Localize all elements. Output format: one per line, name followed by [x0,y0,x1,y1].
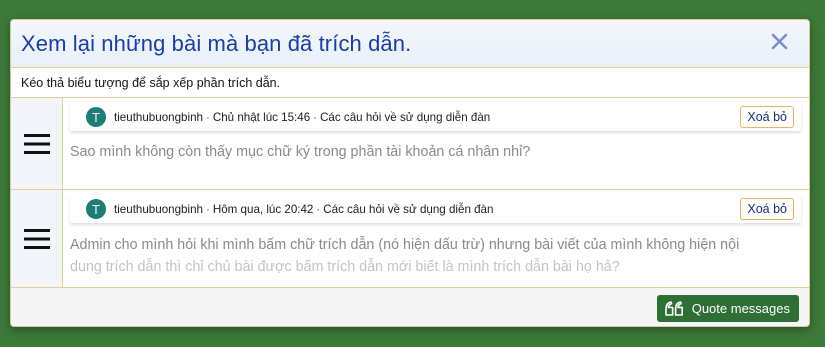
drag-handle[interactable] [11,98,63,189]
close-icon [771,33,788,50]
drag-handle[interactable] [11,190,63,287]
avatar[interactable]: T [86,107,106,127]
author-name[interactable]: tieuthubuongbinh [114,111,203,124]
meta-separator: · [205,110,210,124]
remove-button[interactable]: Xoá bỏ [740,198,794,220]
modal-footer: Quote messages [11,288,809,326]
drag-hint: Kéo thả biểu tượng để sắp xếp phần trích… [11,68,809,98]
quote-meta: tieuthubuongbinh · Hôm qua, lúc 20:42 · Các … [114,203,493,216]
hamburger-drag-icon [23,228,50,249]
meta-separator: · [205,202,210,216]
meta-separator: · [313,110,318,124]
meta-separator: · [316,202,321,216]
post-time[interactable]: Chủ nhật lúc 15:46 [213,111,310,124]
forum-name[interactable]: Các câu hỏi về sử dụng diễn đàn [323,203,493,216]
quote-meta-bar: T tieuthubuongbinh · Hôm qua, lúc 20:42 · Cá… [70,195,801,223]
quote-text: Sao mình không còn thấy mục chữ ký trong… [70,141,799,163]
remove-button[interactable]: Xoá bỏ [740,106,794,128]
quote-text-line: Sao mình không còn thấy mục chữ ký trong… [70,144,531,160]
forum-name[interactable]: Các câu hỏi về sử dụng diễn đàn [320,111,490,124]
quote-body: T tieuthubuongbinh · Chủ nhật lúc 15:46 · Cá… [63,98,809,189]
hamburger-drag-icon [23,133,50,154]
quote-item: T tieuthubuongbinh · Chủ nhật lúc 15:46 · Cá… [11,98,809,190]
avatar[interactable]: T [86,199,106,219]
quote-messages-button[interactable]: Quote messages [656,295,799,322]
quote-text-line: Admin cho mình hỏi khi mình bấm chữ tríc… [70,237,740,253]
post-time[interactable]: Hôm qua, lúc 20:42 [213,203,314,216]
quote-messages-label: Quote messages [691,301,790,316]
modal-header: Xem lại những bài mà bạn đã trích dẫn. [11,20,809,68]
quote-meta: tieuthubuongbinh · Chủ nhật lúc 15:46 · Các … [114,111,490,124]
author-name[interactable]: tieuthubuongbinh [114,203,203,216]
quote-meta-bar: T tieuthubuongbinh · Chủ nhật lúc 15:46 · Cá… [70,103,801,131]
quote-item: T tieuthubuongbinh · Hôm qua, lúc 20:42 · Cá… [11,190,809,288]
quote-text-line: dung trích dẫn thì chỉ chủ bài được bấm … [70,259,620,274]
quote-body: T tieuthubuongbinh · Hôm qua, lúc 20:42 · Cá… [63,190,809,287]
close-button[interactable] [769,31,791,53]
modal-title: Xem lại những bài mà bạn đã trích dẫn. [21,30,412,56]
quote-review-modal: Xem lại những bài mà bạn đã trích dẫn. K… [10,19,810,327]
quote-text: Admin cho mình hỏi khi mình bấm chữ tríc… [70,234,799,274]
quote-icon [664,301,683,316]
